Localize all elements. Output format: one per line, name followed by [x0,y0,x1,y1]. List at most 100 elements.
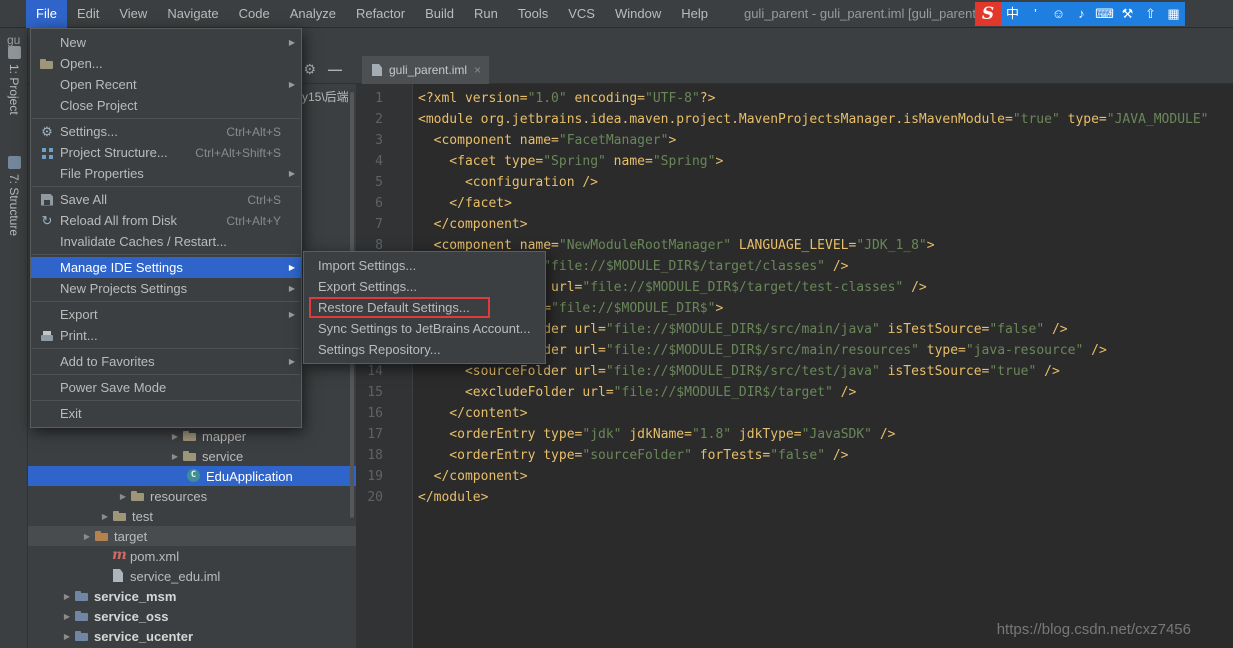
menubar-item-tools[interactable]: Tools [508,0,558,28]
file-menu-item-project-structure[interactable]: Project Structure...Ctrl+Alt+Shift+S [31,142,301,163]
tree-item-service-ucenter[interactable]: service_ucenter [28,626,356,646]
file-menu-item-power-save-mode[interactable]: Power Save Mode [31,377,301,398]
code-text: </content> [413,406,528,421]
file-menu-item-reload-all-from-disk[interactable]: ↻Reload All from DiskCtrl+Alt+Y [31,210,301,231]
file-menu-item-save-all[interactable]: Save AllCtrl+S [31,189,301,210]
tree-item-eduapplication[interactable]: EduApplication [28,466,356,486]
line-number: 2 [356,109,413,130]
code-token: "file://$MODULE_DIR$/target" [614,385,833,400]
tree-item-test[interactable]: test [28,506,356,526]
expand-arrow-icon[interactable] [116,492,130,501]
submenu-item-export-settings[interactable]: Export Settings... [304,276,545,297]
submenu-item-import-settings[interactable]: Import Settings... [304,255,545,276]
code-line[interactable]: 17 <orderEntry type="jdk" jdkName="1.8" … [356,424,1233,445]
menubar-item-run[interactable]: Run [464,0,508,28]
file-menu-item-open-recent[interactable]: Open Recent [31,74,301,95]
menubar-item-analyze[interactable]: Analyze [280,0,346,28]
line-number: 14 [356,361,413,382]
code-line[interactable]: 5 <configuration /> [356,172,1233,193]
code-token: "Spring" [543,154,606,169]
menubar-item-file[interactable]: File [26,0,67,28]
tree-item-service-oss[interactable]: service_oss [28,606,356,626]
menubar-item-refactor[interactable]: Refactor [346,0,415,28]
expand-arrow-icon[interactable] [80,532,94,541]
submenu-item-settings-repository[interactable]: Settings Repository... [304,339,545,360]
menubar-item-edit[interactable]: Edit [67,0,109,28]
code-line[interactable]: 6 </facet> [356,193,1233,214]
code-line[interactable]: 15 <excludeFolder url="file://$MODULE_DI… [356,382,1233,403]
expand-arrow-icon[interactable] [60,632,74,641]
structure-icon [39,145,55,161]
tree-item-resources[interactable]: resources [28,486,356,506]
expand-arrow-icon[interactable] [60,612,74,621]
tree-item-service-edu-iml[interactable]: service_edu.iml [28,566,356,586]
menu-item-label: Exit [60,406,82,421]
tab-close-icon[interactable]: × [474,63,481,77]
code-token: > [715,301,723,316]
tree-item-service[interactable]: service [28,446,356,466]
menubar-item-code[interactable]: Code [229,0,280,28]
punctuation-icon[interactable]: ’ [1024,2,1047,26]
file-menu-item-print[interactable]: Print... [31,325,301,346]
menubar-item-view[interactable]: View [109,0,157,28]
code-line[interactable]: 14 <sourceFolder url="file://$MODULE_DIR… [356,361,1233,382]
editor-tab-guli-parent-iml[interactable]: guli_parent.iml × [362,56,489,84]
code-token: > [715,154,723,169]
tree-item-target[interactable]: target [28,526,356,546]
file-menu-item-file-properties[interactable]: File Properties [31,163,301,184]
expand-arrow-icon[interactable] [60,592,74,601]
toolwindow-button-project[interactable]: 1: Project [0,46,28,115]
file-menu-item-close-project[interactable]: Close Project [31,95,301,116]
submenu-arrow-icon [281,310,295,319]
chinese-mode-icon[interactable]: 中 [1001,2,1024,26]
code-area[interactable]: 1<?xml version="1.0" encoding="UTF-8"?>2… [356,88,1233,648]
tree-item-pom-xml[interactable]: pom.xml [28,546,356,566]
file-menu-item-exit[interactable]: Exit [31,403,301,424]
gear-icon[interactable]: ⚙ [303,61,316,78]
hide-panel-icon[interactable]: — [328,61,342,77]
tree-item-service-msm[interactable]: service_msm [28,586,356,606]
code-line[interactable]: 1<?xml version="1.0" encoding="UTF-8"?> [356,88,1233,109]
menubar-item-build[interactable]: Build [415,0,464,28]
expand-arrow-icon[interactable] [168,432,182,441]
submenu-item-sync-settings-to-jetbrains-account[interactable]: Sync Settings to JetBrains Account... [304,318,545,339]
file-menu-item-new-projects-settings[interactable]: New Projects Settings [31,278,301,299]
menu-item-label: Manage IDE Settings [60,260,183,275]
tree-item-mapper[interactable]: mapper [28,426,356,446]
file-menu-item-new[interactable]: New [31,32,301,53]
code-line[interactable]: 19 </component> [356,466,1233,487]
menu-item-label: New Projects Settings [60,281,187,296]
code-line[interactable]: 7 </component> [356,214,1233,235]
grid-icon[interactable]: ▦ [1162,2,1185,26]
arrow-up-icon[interactable]: ⇧ [1139,2,1162,26]
file-menu-item-open[interactable]: Open... [31,53,301,74]
file-menu-item-settings[interactable]: ⚙Settings...Ctrl+Alt+S [31,121,301,142]
tree-item-label: service [202,449,243,464]
code-line[interactable]: 20</module> [356,487,1233,508]
code-line[interactable]: 18 <orderEntry type="sourceFolder" forTe… [356,445,1233,466]
menubar-item-vcs[interactable]: VCS [558,0,605,28]
expand-arrow-icon[interactable] [98,512,112,521]
code-text: <sourceFolder url="file://$MODULE_DIR$/s… [413,364,1060,379]
code-line[interactable]: 3 <component name="FacetManager"> [356,130,1233,151]
tree-item-label: service_msm [94,589,176,604]
file-menu-item-manage-ide-settings[interactable]: Manage IDE Settings [31,257,301,278]
file-menu-item-export[interactable]: Export [31,304,301,325]
toolwindow-button-structure[interactable]: 7: Structure [0,156,28,236]
sogou-logo-icon[interactable]: S [975,2,1001,26]
file-menu-item-invalidate-caches-restart[interactable]: Invalidate Caches / Restart... [31,231,301,252]
expand-arrow-icon[interactable] [168,452,182,461]
keyboard-icon[interactable]: ⌨ [1093,2,1116,26]
voice-input-icon[interactable]: ♪ [1070,2,1093,26]
emoji-icon[interactable]: ☺ [1047,2,1070,26]
menubar-item-window[interactable]: Window [605,0,671,28]
file-menu-item-add-to-favorites[interactable]: Add to Favorites [31,351,301,372]
code-line[interactable]: 4 <facet type="Spring" name="Spring"> [356,151,1233,172]
code-line[interactable]: 16 </content> [356,403,1233,424]
code-token: "file://$MODULE_DIR$/src/test/java" [606,364,880,379]
toolbox-icon[interactable]: ⚒ [1116,2,1139,26]
menubar-item-help[interactable]: Help [671,0,718,28]
submenu-item-restore-default-settings[interactable]: Restore Default Settings... [304,297,545,318]
code-line[interactable]: 2<module org.jetbrains.idea.maven.projec… [356,109,1233,130]
menubar-item-navigate[interactable]: Navigate [157,0,228,28]
